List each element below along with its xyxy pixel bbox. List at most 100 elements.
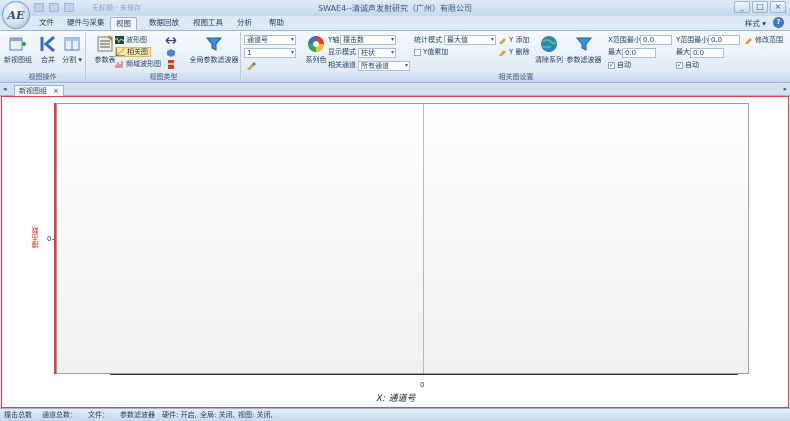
param-filter-button[interactable]: 参数滤波器 (566, 35, 602, 65)
title-bar: 无标题 - 未保存 SWAE4--清诚声发射研究（广州）有限公司 _ □ × (0, 0, 790, 16)
arrows-icon[interactable] (165, 36, 177, 45)
stat-mode-combo[interactable]: 最大值 ▾ (444, 35, 496, 45)
view-content: 撞击数 0 0 X: 通道号 (1, 96, 789, 408)
doc-tab-label: 新视图组 (19, 87, 47, 95)
global-filter-label: 全局参数滤波器 (189, 56, 239, 64)
ribbon: 新视图组 合并 分割 ▾ 视图操作 参数表 波形图 相关图 频域波形图 全局参数… (0, 30, 790, 83)
waveform-button[interactable]: 波形图 (115, 35, 147, 45)
style-menu[interactable]: 样式 ▾ (745, 18, 766, 29)
correlation-button[interactable]: 相关图 (115, 47, 151, 57)
x-max-input[interactable]: 0.0 (622, 48, 656, 58)
yaxis-value: 撞击数 (343, 36, 364, 44)
funnel-icon (205, 37, 223, 51)
y-max-label: 最大 (676, 48, 690, 56)
color-wheel-icon (308, 36, 324, 52)
globe-icon (541, 36, 557, 52)
display-mode-value: 柱状 (361, 49, 375, 57)
group-view-ops: 新视图组 合并 分割 ▾ 视图操作 (0, 32, 86, 82)
display-mode-combo[interactable]: 柱状 ▾ (358, 48, 396, 58)
display-mode-label: 显示模式 (328, 48, 356, 56)
close-button[interactable]: × (770, 1, 786, 13)
x-zero-line (423, 104, 424, 373)
split-icon (64, 37, 80, 51)
stack-icon[interactable] (165, 60, 177, 69)
param-filter-label: 参数滤波器 (566, 56, 602, 64)
status-channel-total: 通道总数： (42, 411, 77, 419)
document-tab-strip: ◂ 新视图组 × ▸ (0, 84, 790, 96)
param-table-icon (97, 35, 113, 52)
yaxis-label: Y轴 (328, 36, 340, 44)
modify-range-label: 修改范围 (755, 36, 783, 44)
checkbox-icon (414, 48, 421, 56)
x-axis-line (110, 374, 738, 375)
status-hit-total: 撞击总数 (4, 411, 32, 419)
tab-file[interactable]: 文件 (34, 17, 59, 30)
modify-range-button[interactable]: 修改范围 (744, 35, 783, 45)
yaxis-combo[interactable]: 撞击数 ▾ (340, 35, 396, 45)
group-view-types: 参数表 波形图 相关图 频域波形图 全局参数滤波器 视图类型 (87, 32, 241, 82)
y-add-label: Y 添加 (509, 36, 530, 44)
chevron-right-icon[interactable]: ▸ (783, 85, 787, 93)
channel-value: 1 (247, 49, 252, 57)
tab-playback[interactable]: 数据回放 (144, 17, 184, 30)
x-auto-checkbox[interactable]: ✓ 自动 (608, 60, 631, 70)
x-min-input[interactable]: 0.0 (640, 35, 672, 45)
window-controls: _ □ × (734, 1, 786, 13)
doc-tab-new-view-group[interactable]: 新视图组 × (14, 85, 64, 96)
tab-analysis[interactable]: 分析 (232, 17, 257, 30)
freq-wave-button[interactable]: 频域波形图 (115, 59, 161, 69)
chevron-down-icon: ▾ (390, 36, 394, 43)
checkbox-checked-icon: ✓ (608, 61, 615, 69)
freq-wave-icon (115, 61, 123, 68)
related-channel-value: 所有通道 (361, 62, 389, 70)
x-min-label: X范围最小 (608, 36, 641, 44)
split-label: 分割 ▾ (62, 56, 82, 64)
y-add-button[interactable]: Y 添加 (498, 35, 530, 45)
series-color-button[interactable]: 系列色 (302, 35, 330, 65)
channel-combo-label: 通道号 (247, 36, 268, 44)
merge-icon (40, 35, 55, 53)
new-view-group-button[interactable]: 新视图组 (2, 35, 34, 65)
maximize-button[interactable]: □ (752, 1, 768, 13)
split-button[interactable]: 分割 ▾ (56, 35, 88, 65)
related-channel-combo[interactable]: 所有通道 ▾ (358, 61, 410, 71)
y-min-input[interactable]: 0.0 (708, 35, 740, 45)
waveform-label: 波形图 (126, 36, 147, 44)
y-accumulate-label: Y值累加 (423, 48, 449, 56)
param-table-label: 参数表 (94, 56, 116, 64)
tab-view-tools[interactable]: 视图工具 (188, 17, 228, 30)
channel-combo[interactable]: 通道号 ▾ (244, 35, 296, 45)
y-auto-checkbox[interactable]: ✓ 自动 (676, 60, 699, 70)
x-tick-label: 0 (420, 381, 425, 389)
tab-hardware[interactable]: 硬件与采集 (62, 17, 110, 30)
x-max-label: 最大 (608, 48, 622, 56)
y-auto-label: 自动 (685, 61, 699, 69)
tab-view[interactable]: 视图 (110, 17, 137, 30)
waveform-icon (115, 36, 124, 44)
clear-series-button[interactable]: 清除系列 (532, 35, 566, 65)
cube-icon[interactable] (165, 48, 177, 57)
tab-help[interactable]: 帮助 (264, 17, 289, 30)
close-icon[interactable]: × (53, 86, 59, 96)
chevron-down-icon: ▾ (490, 36, 494, 43)
x-auto-label: 自动 (617, 61, 631, 69)
y-max-input[interactable]: 0.0 (690, 48, 724, 58)
global-filter-button[interactable]: 全局参数滤波器 (189, 35, 239, 65)
status-file: 文件： (88, 411, 109, 419)
chevron-left-icon[interactable]: ◂ (3, 85, 7, 93)
funnel-icon (575, 37, 593, 51)
minimize-button[interactable]: _ (734, 1, 750, 13)
y-accumulate-checkbox[interactable]: Y值累加 (414, 47, 448, 57)
correlation-plot-area[interactable] (56, 103, 749, 374)
brush-icon[interactable] (246, 61, 256, 70)
chevron-down-icon: ▾ (404, 62, 408, 69)
y-delete-button[interactable]: Y 删除 (498, 47, 530, 57)
y-tick-label: 0 (47, 235, 52, 243)
help-icon[interactable]: ? (773, 17, 784, 28)
status-hardware: 硬件: 开启, (162, 411, 197, 419)
group-view-types-label: 视图类型 (87, 73, 240, 82)
checkbox-checked-icon: ✓ (676, 61, 683, 69)
channel-value-combo[interactable]: 1 ▾ (244, 48, 296, 58)
pencil-icon (745, 38, 752, 44)
app-menu-button[interactable]: AE (2, 1, 30, 29)
